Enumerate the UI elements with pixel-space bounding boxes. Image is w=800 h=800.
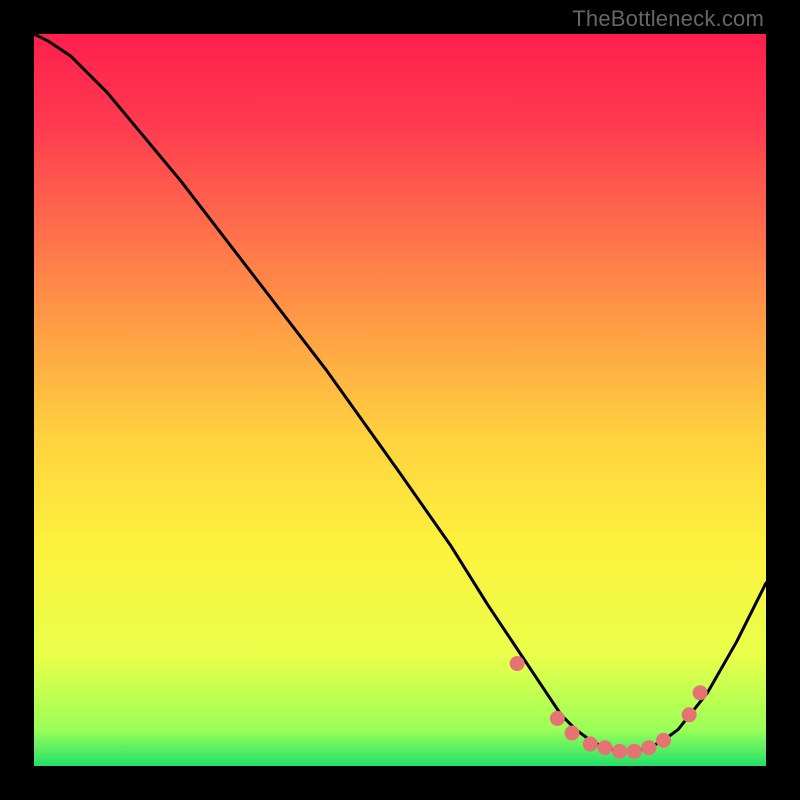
marker-dot bbox=[597, 740, 612, 755]
marker-dot bbox=[641, 740, 656, 755]
gradient-background bbox=[34, 34, 766, 766]
plot-area bbox=[34, 34, 766, 766]
marker-dot bbox=[565, 726, 580, 741]
marker-dot bbox=[656, 733, 671, 748]
chart-svg bbox=[34, 34, 766, 766]
marker-dot bbox=[682, 707, 697, 722]
watermark-text: TheBottleneck.com bbox=[572, 6, 764, 32]
marker-dot bbox=[583, 737, 598, 752]
marker-dot bbox=[627, 744, 642, 759]
chart-frame: TheBottleneck.com bbox=[0, 0, 800, 800]
marker-dot bbox=[693, 685, 708, 700]
marker-dot bbox=[550, 711, 565, 726]
marker-dot bbox=[612, 744, 627, 759]
marker-dot bbox=[510, 656, 525, 671]
